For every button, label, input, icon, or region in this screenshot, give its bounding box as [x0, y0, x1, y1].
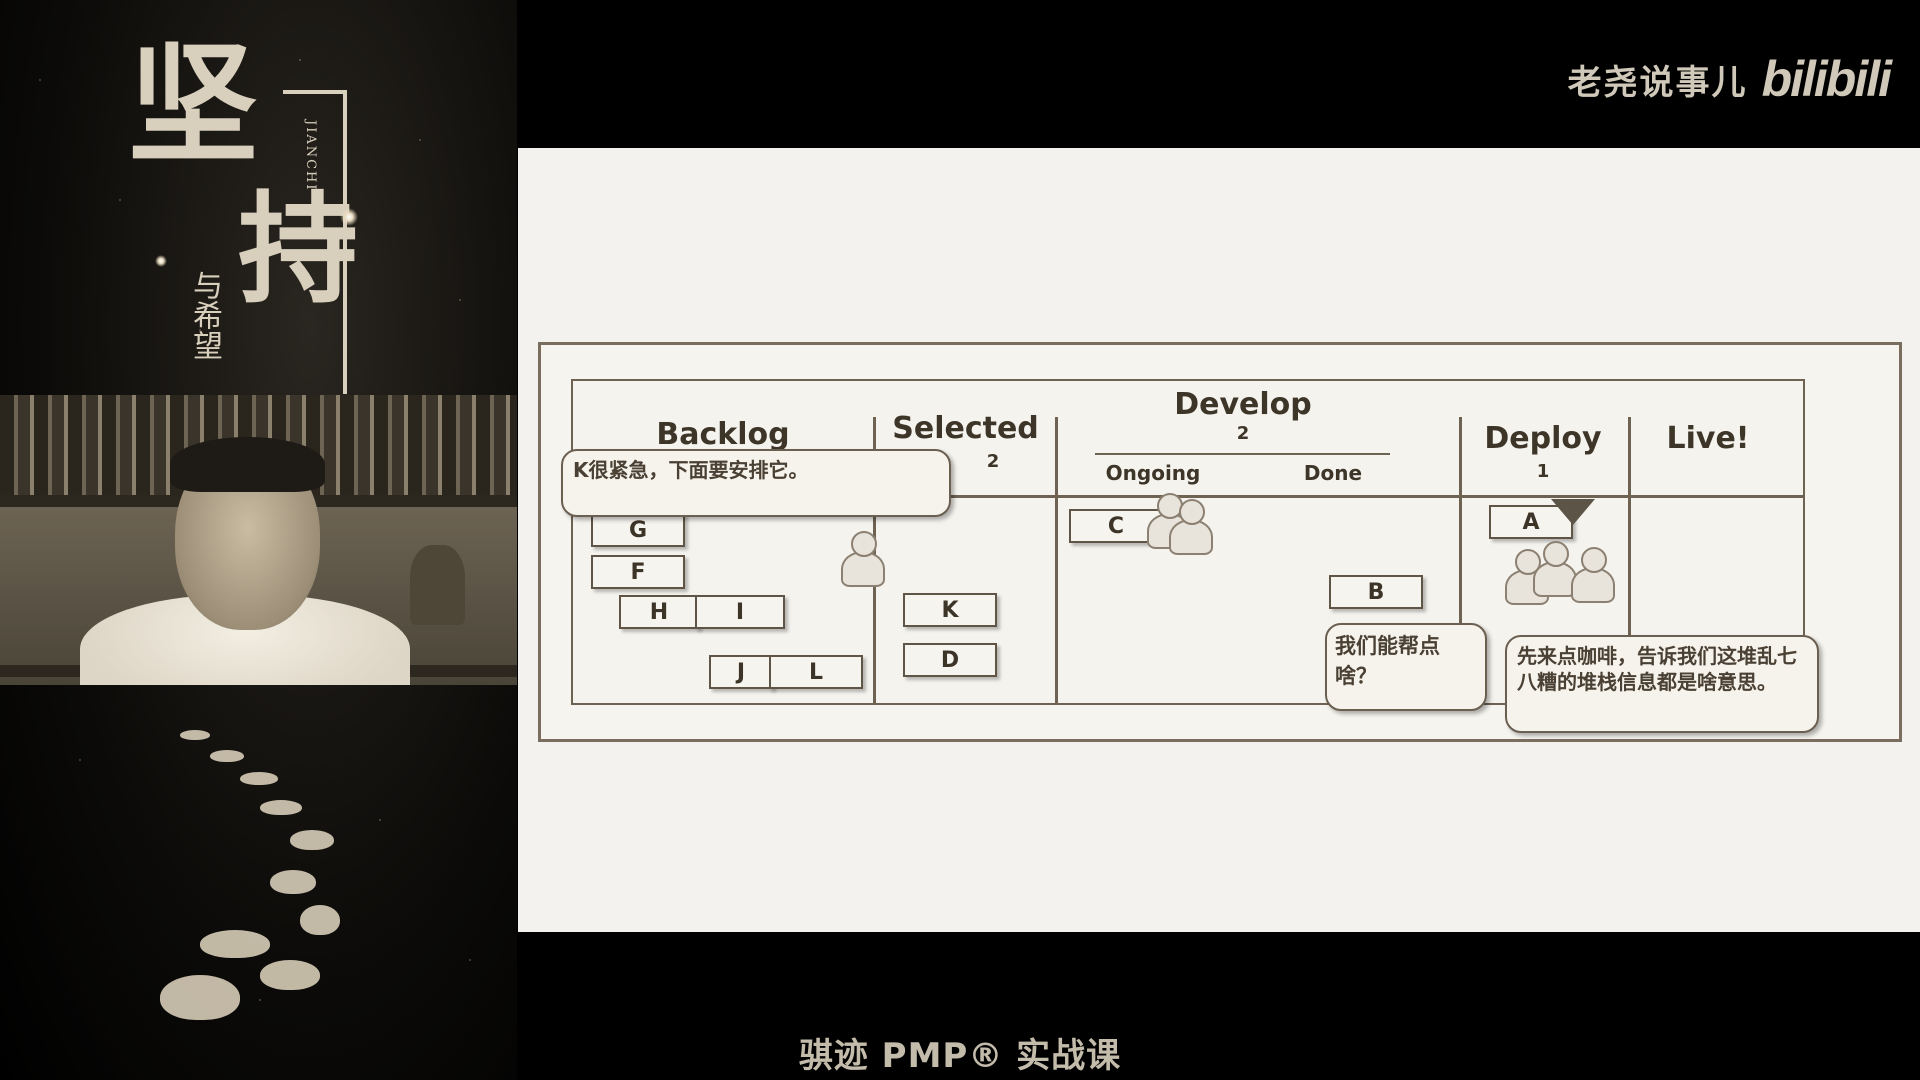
column-divider	[1055, 417, 1058, 703]
subcolumn-header-done: Done	[1303, 461, 1363, 485]
pin-marker-icon	[1551, 499, 1595, 525]
column-header-backlog: Backlog	[656, 417, 790, 452]
speech-bubble-backlog: K很紧急，下面要安排它。	[561, 449, 951, 517]
column-header-deploy: Deploy	[1484, 421, 1602, 456]
card-h: H	[619, 595, 699, 629]
channel-name: 老尧说事儿	[1567, 62, 1748, 103]
course-title: 骐迹 PMP® 实战课	[798, 1036, 1122, 1076]
presenter-hair	[170, 437, 325, 492]
column-header-develop: Develop	[1174, 387, 1312, 422]
card-j: J	[709, 655, 773, 689]
calligraphy-pinyin: JIANCHI	[303, 120, 318, 192]
footprints-illustration	[140, 730, 400, 1030]
speech-bubble-coffee: 先来点咖啡，告诉我们这堆乱七八糟的堆栈信息都是啥意思。	[1505, 635, 1819, 733]
glowing-star-icon	[340, 208, 358, 226]
develop-subheader-line	[1095, 453, 1390, 455]
calligraphy-char-2: 持	[238, 179, 358, 320]
column-header-live: Live!	[1666, 421, 1750, 456]
selected-wip-limit: 2	[986, 451, 1000, 472]
webcam-video	[0, 395, 517, 685]
column-header-selected: Selected	[892, 411, 1039, 446]
card-b: B	[1329, 575, 1423, 609]
card-k: K	[903, 593, 997, 627]
channel-brand: 老尧说事儿 bilibili	[1567, 50, 1892, 108]
kanban-figure-frame: Backlog Selected 2 Develop 2 Ongoing Don…	[538, 342, 1902, 742]
plant-pot	[410, 545, 465, 625]
presentation-slide: Backlog Selected 2 Develop 2 Ongoing Don…	[518, 148, 1920, 932]
speech-bubble-help: 我们能帮点啥？	[1325, 623, 1487, 711]
card-d: D	[903, 643, 997, 677]
person-icon	[1167, 499, 1213, 555]
calligraphy-art: 坚 持 JIANCHI 与希望	[128, 28, 368, 394]
glowing-star-icon	[155, 255, 167, 267]
deploy-wip-limit: 1	[1536, 461, 1550, 482]
card-f: F	[591, 555, 685, 589]
bilibili-logo-icon: bilibili	[1761, 51, 1892, 107]
card-l: L	[769, 655, 863, 689]
subcolumn-header-ongoing: Ongoing	[1105, 461, 1201, 485]
left-decor-panel: 坚 持 JIANCHI 与希望	[0, 0, 517, 1080]
card-i: I	[695, 595, 785, 629]
calligraphy-subtitle: 与希望	[187, 270, 222, 360]
person-icon	[1569, 547, 1615, 603]
card-g: G	[591, 513, 685, 547]
develop-wip-limit: 2	[1236, 423, 1250, 444]
calligraphy-char-1: 坚	[128, 28, 259, 181]
person-icon	[839, 531, 885, 587]
